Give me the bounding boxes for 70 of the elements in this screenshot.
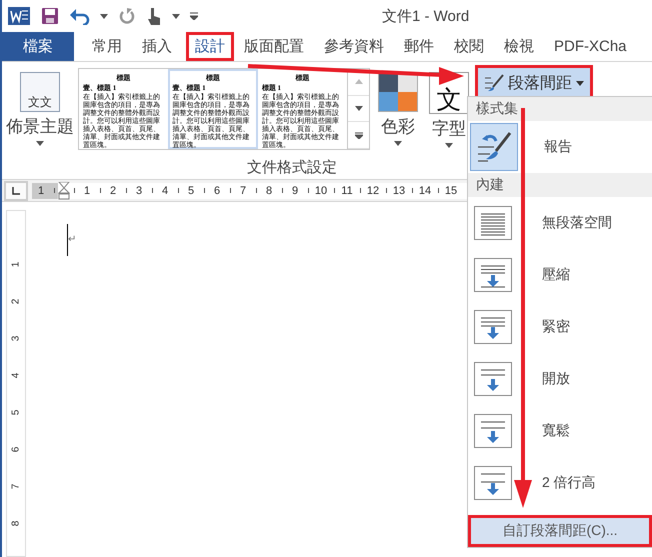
group-label: 文件格式設定 <box>246 158 338 177</box>
ruler-number: 4 <box>10 372 22 378</box>
color-swatch-icon <box>378 72 418 112</box>
paintbrush-icon <box>484 74 504 92</box>
ruler-number: 5 <box>10 410 22 416</box>
touch-hand-icon[interactable] <box>146 6 162 26</box>
caret-icon <box>100 14 108 18</box>
menu-item[interactable]: 開放 <box>468 353 652 405</box>
menu-item-label: 壓縮 <box>542 266 571 284</box>
menu-item[interactable]: 壓縮 <box>468 249 652 301</box>
caret-icon <box>445 143 453 148</box>
caret-up-icon <box>354 79 363 84</box>
ruler-number: 14 <box>418 184 432 196</box>
ruler-number: 1 <box>82 184 92 196</box>
menu-item-label: 2 倍行高 <box>542 474 597 492</box>
save-icon[interactable] <box>40 6 60 26</box>
caret-icon <box>354 106 363 111</box>
menu-item-label: 開放 <box>542 370 571 388</box>
caret-icon <box>394 141 402 146</box>
menu-item-label: 無段落空間 <box>542 214 613 232</box>
paragraph-mark: ↵ <box>68 234 76 245</box>
menu-section-header: 樣式集 <box>468 97 652 121</box>
caret-icon <box>36 141 44 146</box>
undo-icon[interactable] <box>70 7 90 25</box>
ruler-number: 9 <box>290 184 300 196</box>
caret-icon <box>576 80 584 86</box>
ruler-number: 3 <box>134 184 144 196</box>
menu-item-label: 緊密 <box>542 318 571 336</box>
customize-icon[interactable] <box>190 12 198 20</box>
caret-icon <box>172 14 180 18</box>
menu-item[interactable]: 緊密 <box>468 301 652 353</box>
expand-icon <box>354 132 363 139</box>
ruler-number: 2 <box>10 298 22 304</box>
ruler-number: 2 <box>108 184 118 196</box>
colors-button[interactable]: 色彩 <box>373 68 423 146</box>
redo-icon[interactable] <box>118 7 136 25</box>
ruler-number: 11 <box>340 184 354 196</box>
ruler-number: 15 <box>444 184 458 196</box>
menu-item[interactable]: 寬鬆 <box>468 405 652 457</box>
menu-section-header: 內建 <box>468 173 652 197</box>
theme-icon: 文文 <box>20 72 60 112</box>
indent-marker-icon[interactable] <box>58 182 70 200</box>
menu-item[interactable]: 2 倍行高 <box>468 457 652 509</box>
ruler-number: 1 <box>10 262 22 268</box>
word-app-icon <box>8 5 30 27</box>
ruler-number: 5 <box>186 184 196 196</box>
custom-spacing-button[interactable]: 自訂段落間距(C)... <box>468 515 652 547</box>
ruler-number: 3 <box>10 336 22 342</box>
text-cursor <box>67 224 68 256</box>
menu-item-label: 報告 <box>543 138 573 156</box>
tab-selector-button[interactable] <box>4 180 28 200</box>
ruler-number: 6 <box>212 184 222 196</box>
ruler-number: 6 <box>10 446 22 452</box>
paragraph-spacing-button[interactable]: 段落間距 <box>478 68 590 98</box>
themes-button[interactable]: 文文 佈景主題 <box>5 68 75 146</box>
ribbon-tab[interactable]: 設計 <box>186 32 234 61</box>
left-tab-icon <box>12 186 20 194</box>
ruler-number: 1 <box>36 184 46 196</box>
menu-item-label: 寬鬆 <box>542 422 571 440</box>
ruler-number: 4 <box>160 184 170 196</box>
ruler-number: 8 <box>264 184 274 196</box>
menu-item[interactable]: 無段落空間 <box>468 197 652 249</box>
ruler-number: 8 <box>10 520 22 526</box>
window-title: 文件1 - Word <box>382 7 470 26</box>
ruler-number: 12 <box>366 184 380 196</box>
ruler-number: 7 <box>10 484 22 490</box>
ruler-number: 10 <box>314 184 328 196</box>
file-tab[interactable]: 檔案 <box>2 32 74 61</box>
ruler-number: 13 <box>392 184 406 196</box>
ruler-number: 7 <box>238 184 248 196</box>
